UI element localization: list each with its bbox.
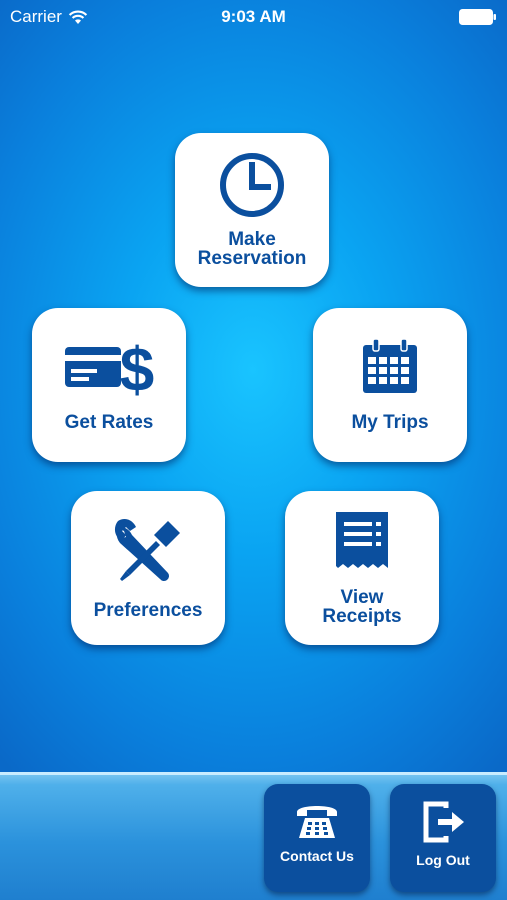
clock-icon (220, 153, 284, 217)
get-rates-label: Get Rates (64, 411, 154, 433)
contact-us-button[interactable]: Contact Us (264, 784, 370, 892)
battery-icon (459, 9, 496, 25)
receipt-icon (336, 512, 388, 568)
my-trips-label: My Trips (351, 411, 429, 433)
telephone-icon (297, 806, 337, 838)
get-rates-button[interactable]: $ Get Rates (32, 308, 186, 462)
wrench-screwdriver-icon (114, 518, 180, 581)
clock: 9:03 AM (221, 7, 286, 26)
log-out-label: Log Out (416, 852, 470, 868)
log-out-icon (423, 801, 464, 843)
view-receipts-button[interactable]: View Receipts (285, 491, 439, 645)
calendar-icon (363, 338, 417, 393)
contact-us-label: Contact Us (280, 848, 354, 864)
svg-text:$: $ (120, 339, 154, 399)
my-trips-button[interactable]: My Trips (313, 308, 467, 462)
status-bar: Carrier 9:03 AM (0, 0, 507, 34)
preferences-label: Preferences (93, 599, 203, 621)
make-reservation-button[interactable]: Make Reservation (175, 133, 329, 287)
make-reservation-label: Make Reservation (197, 229, 307, 269)
bottom-toolbar: Contact Us Log Out (0, 772, 507, 900)
view-receipts-label: View Receipts (322, 587, 402, 627)
credit-card-dollar-icon: $ (65, 339, 154, 399)
preferences-button[interactable]: Preferences (71, 491, 225, 645)
log-out-button[interactable]: Log Out (390, 784, 496, 892)
